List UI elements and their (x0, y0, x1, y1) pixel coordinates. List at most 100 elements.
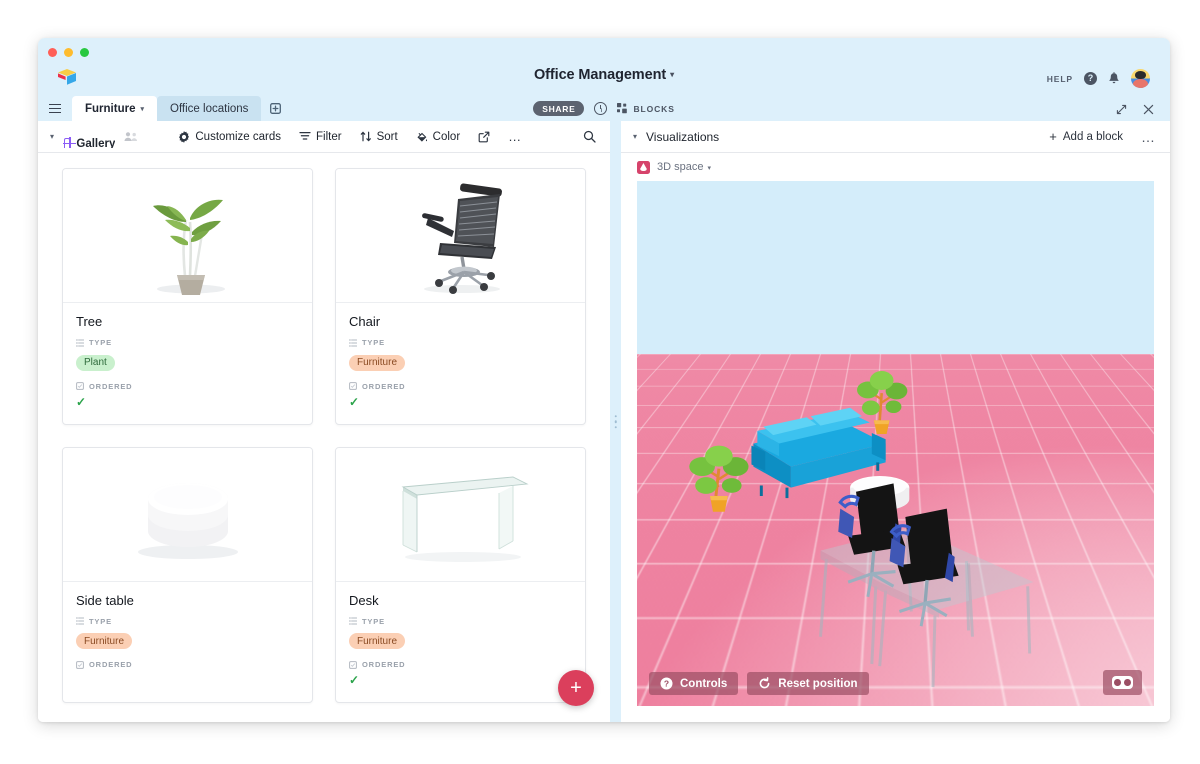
view-selector-gallery[interactable]: Gallery (62, 126, 115, 148)
blocks-toolbar: ▾ Visualizations + Add a block … (621, 121, 1170, 153)
question-circle-icon: ? (660, 677, 673, 690)
tab-furniture[interactable]: Furniture ▾ (72, 96, 157, 121)
single-select-icon (349, 617, 357, 625)
filter-button[interactable]: Filter (290, 126, 351, 148)
scene-objects (689, 371, 1034, 688)
question-circle-icon[interactable]: ? (1084, 72, 1097, 85)
view-more-icon[interactable]: … (499, 126, 532, 148)
card-body: Tree TYPE Plant ORDERED ✓ (63, 303, 312, 424)
maximize-window-button[interactable] (80, 48, 89, 57)
view-sidebar-toggle[interactable]: ▾ (48, 132, 62, 141)
field-label-text: ORDERED (89, 660, 133, 669)
search-icon[interactable] (583, 130, 596, 143)
controls-button[interactable]: ? Controls (649, 672, 739, 695)
avatar[interactable] (1131, 69, 1150, 88)
gallery-grid[interactable]: Tree TYPE Plant ORDERED ✓ Chair TYPE Fur… (38, 153, 610, 722)
filter-icon (299, 131, 311, 140)
field-label-ordered: ORDERED (349, 660, 572, 669)
block-name-text: 3D space (657, 161, 704, 173)
add-record-button[interactable]: + (558, 670, 594, 706)
checkbox-icon (349, 660, 357, 669)
collapse-blocks-icon[interactable]: ▾ (633, 132, 637, 141)
ordered-check-icon: ✓ (76, 394, 87, 409)
card-body: Desk TYPE Furniture ORDERED ✓ (336, 582, 585, 703)
sort-button[interactable]: Sort (351, 126, 407, 148)
type-badge: Furniture (76, 633, 133, 649)
field-label-text: TYPE (362, 338, 385, 347)
add-block-button[interactable]: + Add a block (1049, 130, 1123, 143)
field-label-text: TYPE (89, 616, 112, 626)
chevron-down-icon: ▾ (707, 165, 711, 172)
ordered-check-icon: ✓ (349, 673, 360, 687)
potted-plant (857, 371, 908, 435)
hamburger-icon[interactable] (38, 96, 72, 121)
card-body: Side table TYPE Furniture ORDERED (63, 582, 312, 703)
vr-mode-button[interactable] (1103, 670, 1142, 695)
toolbar-item-label: Color (432, 130, 461, 143)
close-window-button[interactable] (48, 48, 57, 57)
field-label-ordered: ORDERED (76, 660, 299, 669)
screenshot-root: Office Management ▾ HELP ? Furniture ▾ O… (0, 0, 1200, 764)
gallery-card-tree[interactable]: Tree TYPE Plant ORDERED ✓ (62, 168, 313, 425)
gallery-card-desk[interactable]: Desk TYPE Furniture ORDERED ✓ (335, 446, 586, 703)
tab-label: Office locations (170, 102, 249, 115)
field-label-text: TYPE (362, 616, 385, 626)
blocks-dashboard-title[interactable]: Visualizations (646, 130, 719, 144)
pane-resize-handle[interactable] (610, 121, 621, 722)
add-table-icon[interactable] (261, 96, 290, 121)
plus-icon: + (1049, 129, 1057, 144)
add-block-label: Add a block (1062, 130, 1123, 143)
history-clock-icon[interactable] (594, 102, 608, 115)
office-chair (889, 508, 959, 627)
blocks-pane: ▾ Visualizations + Add a block … 3D spac… (621, 121, 1170, 722)
color-button[interactable]: Color (407, 126, 469, 148)
bell-icon[interactable] (1108, 72, 1120, 85)
field-label-type: TYPE (349, 338, 572, 347)
expand-icon[interactable] (1116, 104, 1127, 115)
reset-rotate-icon (758, 677, 771, 690)
field-label-ordered: ORDERED (349, 382, 572, 391)
blocks-button[interactable]: BLOCKS (617, 103, 674, 114)
gear-icon (179, 130, 190, 143)
share-view-icon[interactable] (469, 126, 499, 148)
customize-cards-button[interactable]: Customize cards (169, 126, 290, 148)
office-chair-image (336, 169, 585, 303)
drag-dots-icon (614, 414, 617, 429)
3d-space-block-icon (637, 160, 650, 174)
close-icon[interactable] (1143, 104, 1154, 115)
gallery-card-side-table[interactable]: Side table TYPE Furniture ORDERED (62, 446, 313, 703)
blocks-icon (617, 103, 628, 114)
field-label-text: ORDERED (89, 381, 133, 391)
minimize-window-button[interactable] (64, 48, 73, 57)
panel-window-controls (1116, 97, 1154, 121)
gallery-grid-icon (63, 136, 78, 148)
potted-plant (689, 445, 749, 512)
toolbar-item-label: Sort (376, 130, 398, 143)
reset-position-button[interactable]: Reset position (747, 672, 869, 695)
app-body: ▾ Gallery Customize cards Filter Sort Co… (38, 121, 1170, 722)
potted-plant-image (63, 169, 312, 303)
card-title: Tree (76, 314, 103, 329)
reset-position-label: Reset position (778, 677, 858, 690)
color-icon (417, 132, 427, 142)
checkbox-icon (349, 382, 357, 390)
card-title: Side table (76, 592, 134, 608)
help-label[interactable]: HELP (1047, 74, 1073, 84)
window-titlebar: Office Management ▾ HELP ? (38, 38, 1170, 96)
blocks-more-icon[interactable]: … (1141, 130, 1156, 144)
card-title: Chair (349, 314, 381, 329)
field-label-type: TYPE (76, 617, 299, 626)
gallery-card-chair[interactable]: Chair TYPE Furniture ORDERED ✓ (335, 168, 586, 425)
viewport-controls: ? Controls Reset position (649, 672, 869, 695)
checkbox-icon (76, 660, 84, 669)
tab-office-locations[interactable]: Office locations (157, 96, 262, 121)
base-title[interactable]: Office Management ▾ (38, 67, 1170, 83)
share-button[interactable]: SHARE (533, 101, 585, 116)
3d-viewport[interactable]: ? Controls Reset position (637, 181, 1154, 706)
type-badge: Furniture (349, 354, 406, 371)
collaborators-icon[interactable] (115, 126, 147, 148)
vr-goggles-icon (1112, 676, 1133, 689)
gallery-pane: ▾ Gallery Customize cards Filter Sort Co… (38, 121, 610, 722)
blocks-toolbar-right: + Add a block … (1049, 130, 1156, 144)
block-name[interactable]: 3D space ▾ (657, 161, 711, 173)
